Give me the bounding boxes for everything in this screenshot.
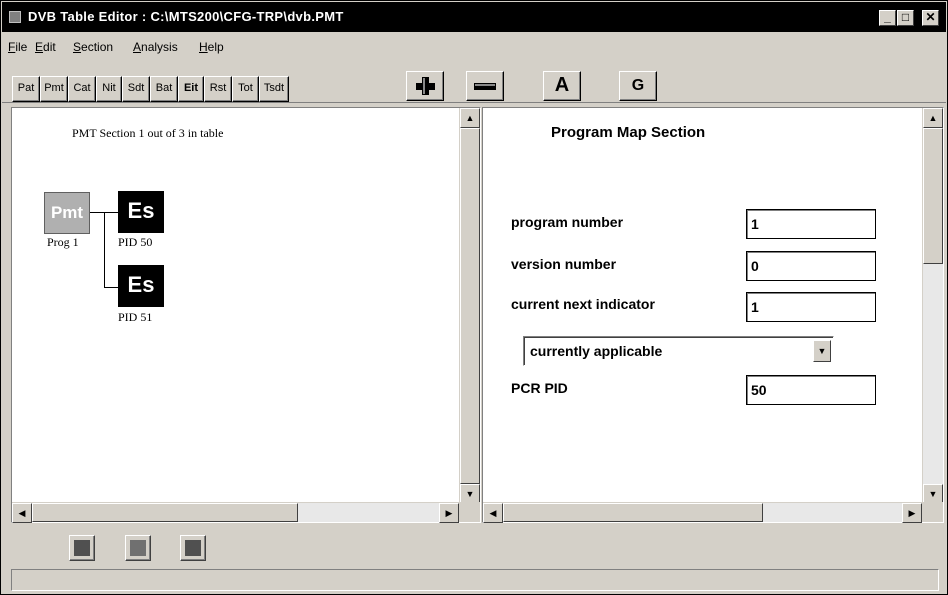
first-section-button[interactable] [69,535,95,561]
pat-button[interactable]: Pat [12,76,40,102]
pcr-pid-field[interactable]: 50 [746,375,876,405]
pmt-button[interactable]: Pmt [40,76,68,102]
menu-file-rest: ile [15,40,28,54]
form-title: Program Map Section [551,124,706,141]
tsdt-button[interactable]: Tsdt [259,76,289,102]
sdt-button[interactable]: Sdt [122,76,150,102]
scroll-down-icon[interactable]: ▼ [923,484,943,504]
scroll-left-icon[interactable]: ◀ [483,503,503,523]
applicability-select[interactable]: currently applicable ▼ [523,336,834,366]
es-node-caption: PID 50 [118,235,153,249]
nit-button[interactable]: Nit [96,76,122,102]
title-bar[interactable]: DVB Table Editor : C:\MTS200\CFG-TRP\dvb… [2,2,946,32]
remove-button[interactable] [466,71,504,101]
version-number-label: version number [511,256,617,272]
menu-analysis[interactable]: Analysis [133,40,178,54]
menu-edit-rest: dit [43,40,56,54]
menu-file[interactable]: File [8,40,27,54]
pcr-pid-label: PCR PID [511,380,568,396]
g-button[interactable]: G [619,71,657,101]
scroll-thumb[interactable] [923,128,943,264]
menu-help[interactable]: Help [199,40,224,54]
menu-help-rest: elp [207,40,224,54]
menu-analysis-rest: nalysis [141,40,178,54]
window-title: DVB Table Editor : C:\MTS200\CFG-TRP\dvb… [28,9,344,24]
pmt-node[interactable]: Pmt [44,192,90,234]
info-button[interactable] [125,535,151,561]
menu-section[interactable]: Section [73,40,113,54]
chevron-down-icon[interactable]: ▼ [813,340,831,362]
add-button[interactable] [406,71,444,101]
minimize-button[interactable]: _ [879,10,896,26]
scroll-corner [922,502,943,522]
applicability-selected: currently applicable [530,343,663,359]
tree-connector-vertical [104,212,105,288]
scroll-left-icon[interactable]: ◀ [12,503,32,523]
a-button[interactable]: A [543,71,581,101]
status-bar [11,569,939,591]
menu-section-rest: ection [81,40,114,54]
tree-panel: PMT Section 1 out of 3 in table Pmt Prog… [11,107,481,523]
last-section-icon [185,540,201,556]
tree-horizontal-scrollbar[interactable]: ◀ ▶ [12,502,459,523]
version-number-field[interactable]: 0 [746,251,876,281]
pmt-node-caption: Prog 1 [47,235,79,249]
scroll-right-icon[interactable]: ▶ [902,503,922,523]
maximize-button[interactable]: □ [897,10,914,26]
form-horizontal-scrollbar[interactable]: ◀ ▶ [483,502,922,523]
close-button[interactable]: ✕ [922,10,939,26]
menu-edit[interactable]: Edit [35,40,56,54]
scroll-thumb[interactable] [460,128,480,484]
menu-help-accel: H [199,40,208,54]
form-vertical-scrollbar[interactable]: ▲ ▼ [922,108,943,504]
first-section-icon [74,540,90,556]
eit-button[interactable]: Eit [178,76,204,102]
program-number-field[interactable]: 1 [746,209,876,239]
program-number-label: program number [511,214,624,230]
cat-button[interactable]: Cat [68,76,96,102]
scroll-up-icon[interactable]: ▲ [923,108,943,128]
scroll-corner [459,502,480,522]
menu-analysis-accel: A [133,40,142,54]
minus-icon [474,83,496,90]
dvb-table-editor-window: DVB Table Editor : C:\MTS200\CFG-TRP\dvb… [0,0,948,595]
es-node[interactable]: Es [118,265,164,307]
current-next-indicator-field[interactable]: 1 [746,292,876,322]
scroll-up-icon[interactable]: ▲ [460,108,480,128]
toolbar: Pat Pmt Cat Nit Sdt Bat Eit Rst Tot Tsdt… [2,59,946,103]
scroll-thumb[interactable] [32,503,298,522]
last-section-button[interactable] [180,535,206,561]
menu-bar: File Edit Section Analysis Help [2,36,946,58]
scroll-down-icon[interactable]: ▼ [460,484,480,504]
rst-button[interactable]: Rst [204,76,232,102]
scroll-right-icon[interactable]: ▶ [439,503,459,523]
section-caption: PMT Section 1 out of 3 in table [72,126,224,140]
info-icon [130,540,146,556]
plus-icon [416,77,435,95]
tree-vertical-scrollbar[interactable]: ▲ ▼ [459,108,480,504]
current-next-indicator-label: current next indicator [511,296,655,312]
app-icon[interactable] [9,11,21,23]
es-node-caption: PID 51 [118,310,153,324]
section-form-panel: Program Map Section program number 1 ver… [482,107,944,523]
tree-connector-branch [104,287,118,288]
bat-button[interactable]: Bat [150,76,178,102]
tot-button[interactable]: Tot [232,76,259,102]
es-node[interactable]: Es [118,191,164,233]
menu-edit-accel: E [35,40,44,54]
scroll-thumb[interactable] [503,503,763,522]
menu-section-accel: S [73,40,82,54]
